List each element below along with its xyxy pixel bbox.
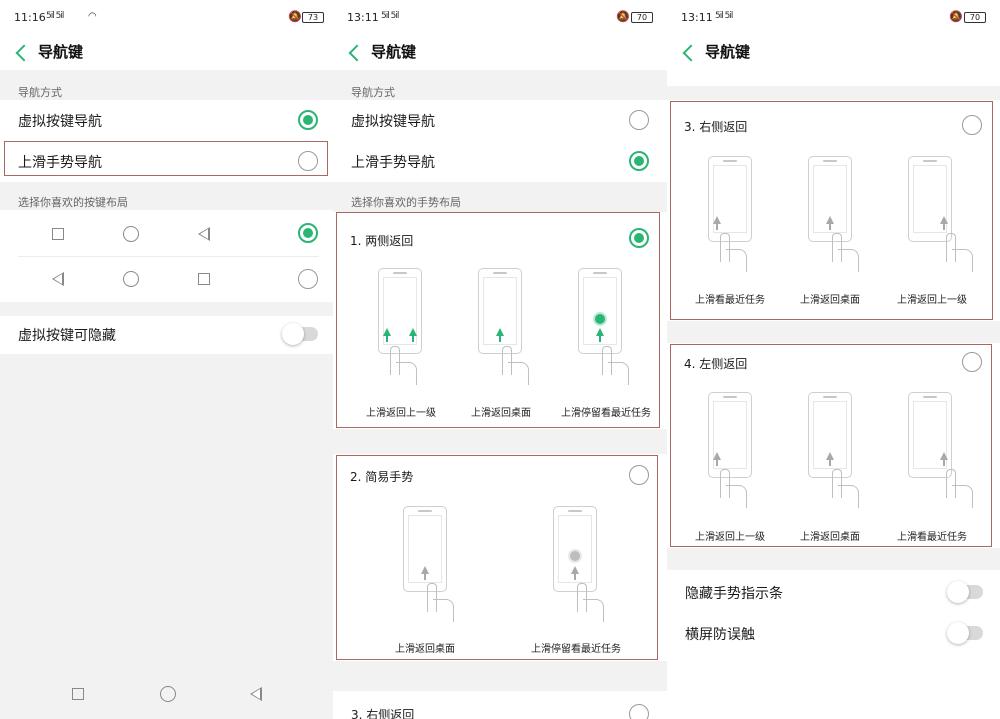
mute-bell-icon: 🔕	[616, 10, 630, 23]
section-label-nav-mode: 导航方式	[18, 86, 62, 99]
wifi-icon: ◠	[88, 11, 97, 22]
highlight-box	[670, 344, 992, 547]
recent-apps-icon[interactable]	[72, 688, 84, 700]
signal-icon: 5il 5il	[381, 11, 399, 21]
radio-selected[interactable]	[298, 110, 318, 130]
card-title: 3. 右侧返回	[351, 708, 415, 719]
circle-icon	[123, 271, 139, 287]
hide-keys-label: 虚拟按键可隐藏	[18, 328, 116, 344]
hide-gesture-bar-label: 隐藏手势指示条	[685, 586, 783, 602]
status-time: 11:16	[14, 11, 46, 24]
option-virtual-keys[interactable]: 虚拟按键导航	[333, 100, 667, 140]
page-title: 导航键	[38, 43, 84, 61]
signal-icon: 5il 5il	[46, 11, 64, 21]
triangle-back-icon	[52, 272, 64, 286]
section-divider	[333, 661, 667, 691]
battery-indicator: 70	[631, 12, 653, 23]
back-arrow-icon[interactable]	[347, 42, 361, 64]
radio-unselected[interactable]	[629, 704, 649, 719]
circle-icon	[123, 226, 139, 242]
section-divider	[333, 429, 667, 454]
gesture-card-right-partial[interactable]: 3. 右侧返回	[333, 694, 667, 719]
radio-selected[interactable]	[298, 223, 318, 243]
section-label-nav-mode: 导航方式	[351, 86, 395, 99]
option-label: 虚拟按键导航	[18, 114, 102, 130]
page-title: 导航键	[371, 43, 417, 61]
option-swipe-gesture[interactable]: 上滑手势导航	[333, 141, 667, 181]
app-header: 导航键	[0, 36, 333, 70]
key-layout-option-1[interactable]	[0, 213, 333, 253]
screen-gesture-nav-scrolled: 13:11 5il 5il 🔕 70 导航键 3. 右侧返回 上滑看最近任务 上…	[667, 0, 1000, 719]
status-bar: 13:11 5il 5il 🔕 70	[333, 0, 667, 36]
section-divider	[667, 321, 1000, 343]
screen-virtual-keys: 11:16 5il 5il ◠ 🔕 73 导航键 导航方式 虚拟按键导航 上滑手…	[0, 0, 333, 719]
section-label-key-layout: 选择你喜欢的按键布局	[18, 196, 128, 209]
mute-bell-icon: 🔕	[949, 10, 963, 23]
app-header: 导航键	[333, 36, 667, 70]
highlight-box	[336, 455, 658, 660]
landscape-guard-label: 横屏防误触	[685, 627, 755, 643]
home-icon[interactable]	[160, 686, 176, 702]
battery-indicator: 70	[964, 12, 986, 23]
hide-gesture-bar-toggle[interactable]	[947, 581, 983, 603]
page-title: 导航键	[705, 43, 751, 61]
hide-gesture-bar-row: 隐藏手势指示条	[667, 572, 1000, 612]
status-time: 13:11	[681, 11, 713, 24]
landscape-guard-row: 横屏防误触	[667, 613, 1000, 653]
radio-unselected[interactable]	[298, 269, 318, 289]
highlight-box	[4, 141, 328, 176]
key-layout-option-2[interactable]	[0, 259, 333, 299]
status-bar: 13:11 5il 5il 🔕 70	[667, 0, 1000, 36]
option-label: 上滑手势导航	[351, 155, 435, 171]
highlight-box	[336, 212, 660, 428]
triangle-back-icon	[198, 227, 210, 241]
radio-unselected[interactable]	[629, 110, 649, 130]
back-arrow-icon[interactable]	[681, 42, 695, 64]
mute-bell-icon: 🔕	[288, 10, 302, 23]
radio-selected[interactable]	[629, 151, 649, 171]
divider	[18, 256, 319, 257]
option-virtual-keys[interactable]: 虚拟按键导航	[0, 100, 333, 140]
section-divider	[667, 86, 1000, 100]
section-divider	[667, 548, 1000, 570]
landscape-guard-toggle[interactable]	[947, 622, 983, 644]
blank-bottom-area	[667, 652, 1000, 719]
status-bar: 11:16 5il 5il ◠ 🔕 73	[0, 0, 333, 36]
back-icon[interactable]	[250, 687, 262, 701]
battery-indicator: 73	[302, 12, 324, 23]
status-time: 13:11	[347, 11, 379, 24]
screen-gesture-nav: 13:11 5il 5il 🔕 70 导航键 导航方式 虚拟按键导航 上滑手势导…	[333, 0, 667, 719]
square-icon	[52, 228, 64, 240]
bottom-nav-bar	[0, 672, 333, 719]
option-label: 虚拟按键导航	[351, 114, 435, 130]
hide-keys-toggle[interactable]	[282, 323, 318, 345]
hide-keys-row: 虚拟按键可隐藏	[0, 314, 333, 354]
square-icon	[198, 273, 210, 285]
section-label-gesture-layout: 选择你喜欢的手势布局	[351, 196, 461, 209]
signal-icon: 5il 5il	[715, 11, 733, 21]
back-arrow-icon[interactable]	[14, 42, 28, 64]
app-header: 导航键	[667, 36, 1000, 70]
empty-area	[0, 354, 333, 672]
highlight-box	[670, 101, 993, 320]
